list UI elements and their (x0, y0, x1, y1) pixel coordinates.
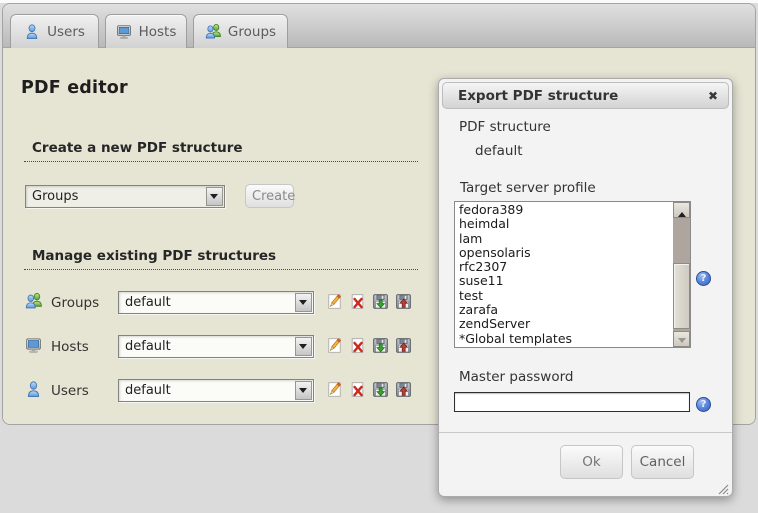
manage-row-users: Users default (3, 379, 423, 403)
help-icon[interactable]: ? (696, 271, 711, 286)
list-item[interactable]: heimdal (459, 217, 673, 231)
users-structure-select[interactable]: default (118, 379, 314, 402)
scrollbar[interactable] (673, 202, 690, 347)
chevron-down-icon (295, 293, 312, 312)
tab-groups[interactable]: Groups (193, 14, 288, 48)
user-icon (25, 381, 42, 398)
scroll-down-button[interactable] (673, 331, 690, 347)
ok-button[interactable]: Ok (560, 445, 623, 479)
section-heading-text: Manage existing PDF structures (32, 248, 276, 264)
delete-icon[interactable] (349, 293, 366, 310)
list-item[interactable]: *Global templates (459, 332, 673, 346)
page-title: PDF editor (21, 78, 128, 98)
arrow-up-icon (678, 208, 686, 217)
dialog-titlebar[interactable]: Export PDF structure ✖ (442, 82, 729, 109)
button-pane-divider (439, 432, 732, 433)
resize-handle-icon[interactable] (716, 480, 729, 493)
tab-label: Hosts (139, 24, 177, 40)
target-server-label: Target server profile (460, 180, 596, 196)
groups-structure-select[interactable]: default (118, 291, 314, 314)
tab-label: Groups (228, 24, 276, 40)
select-value: default (125, 339, 171, 354)
select-value: default (125, 383, 171, 398)
close-icon[interactable]: ✖ (708, 88, 718, 104)
row-label: Groups (51, 295, 99, 311)
edit-icon[interactable] (326, 293, 343, 310)
pdf-structure-label: PDF structure (459, 119, 551, 135)
export-pdf-dialog: Export PDF structure ✖ PDF structure def… (438, 78, 733, 497)
edit-icon[interactable] (326, 381, 343, 398)
export-icon[interactable] (372, 381, 389, 398)
edit-icon[interactable] (326, 337, 343, 354)
export-icon[interactable] (372, 337, 389, 354)
tab-bar: Users Hosts (3, 4, 755, 48)
list-item[interactable]: fedora389 (459, 203, 673, 217)
pdf-structure-value: default (475, 143, 523, 159)
select-value: Groups (32, 189, 78, 204)
list-item[interactable]: lam (459, 232, 673, 246)
list-item[interactable]: suse11 (459, 274, 673, 288)
pdf-editor-screen: Users Hosts (0, 0, 758, 513)
row-label: Hosts (51, 339, 89, 355)
chevron-down-icon (206, 187, 223, 206)
master-password-label: Master password (459, 369, 574, 385)
groups-icon (25, 293, 42, 310)
help-icon[interactable]: ? (696, 397, 711, 412)
listbox-items: fedora389 heimdal lam opensolaris rfc230… (455, 202, 673, 347)
delete-icon[interactable] (349, 381, 366, 398)
list-item[interactable]: test (459, 289, 673, 303)
cancel-button[interactable]: Cancel (631, 445, 694, 479)
groups-icon (205, 24, 221, 40)
list-item[interactable]: rfc2307 (459, 260, 673, 274)
manage-section-heading: Manage existing PDF structures (24, 248, 418, 270)
list-item[interactable]: zendServer (459, 317, 673, 331)
select-value: default (125, 295, 171, 310)
manage-row-hosts: Hosts default (3, 335, 423, 359)
user-icon (24, 24, 40, 40)
import-icon[interactable] (395, 293, 412, 310)
import-icon[interactable] (395, 337, 412, 354)
chevron-down-icon (295, 381, 312, 400)
tab-hosts[interactable]: Hosts (105, 14, 187, 48)
arrow-down-icon (678, 338, 686, 347)
host-icon (25, 337, 42, 354)
list-item[interactable]: zarafa (459, 303, 673, 317)
delete-icon[interactable] (349, 337, 366, 354)
export-icon[interactable] (372, 293, 389, 310)
hosts-structure-select[interactable]: default (118, 335, 314, 358)
import-icon[interactable] (395, 381, 412, 398)
create-button[interactable]: Create (245, 184, 294, 208)
list-item[interactable]: opensolaris (459, 246, 673, 260)
structure-type-select[interactable]: Groups (25, 185, 225, 208)
tab-label: Users (47, 24, 85, 40)
tab-users[interactable]: Users (10, 14, 99, 48)
scroll-up-button[interactable] (673, 202, 690, 218)
host-icon (116, 24, 132, 40)
target-profile-listbox[interactable]: fedora389 heimdal lam opensolaris rfc230… (454, 201, 691, 348)
section-heading-text: Create a new PDF structure (32, 140, 243, 156)
manage-row-groups: Groups default (3, 291, 423, 315)
row-label: Users (51, 383, 89, 399)
dialog-title: Export PDF structure (458, 88, 618, 104)
chevron-down-icon (295, 337, 312, 356)
master-password-input[interactable] (454, 392, 690, 412)
scrollbar-thumb[interactable] (673, 263, 690, 329)
create-section-heading: Create a new PDF structure (24, 140, 418, 162)
